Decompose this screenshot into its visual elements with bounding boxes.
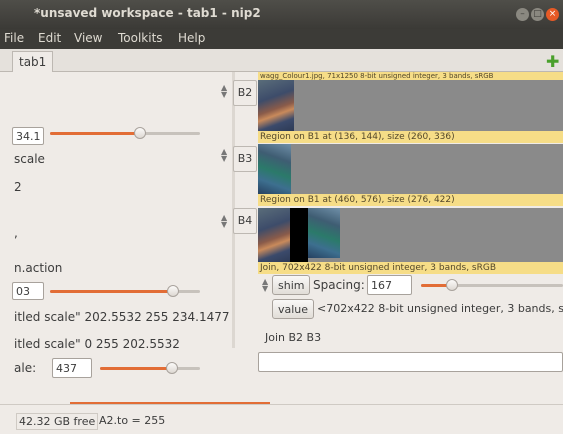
expression-label: A2.to = 255 bbox=[99, 414, 166, 427]
b4-image-left bbox=[258, 208, 292, 262]
slider-2[interactable] bbox=[50, 285, 200, 297]
minimize-icon[interactable]: – bbox=[516, 8, 529, 21]
menu-help[interactable]: Help bbox=[178, 31, 205, 45]
b3-thumbnail[interactable] bbox=[258, 144, 563, 194]
scale-line-1: itled scale" 202.5532 255 234.1477 bbox=[14, 310, 230, 324]
b4-thumbnail[interactable] bbox=[258, 208, 563, 262]
label-scale: scale bbox=[14, 152, 45, 166]
join-text: Join B2 B3 bbox=[265, 331, 322, 344]
b3-image bbox=[258, 144, 291, 194]
slider-2-fill bbox=[50, 290, 173, 293]
scale-field[interactable]: 437 bbox=[52, 358, 92, 378]
command-input[interactable] bbox=[258, 352, 563, 372]
b4-caption: Join, 702x422 8-bit unsigned integer, 3 … bbox=[258, 262, 563, 274]
row-label-b4[interactable]: B4 bbox=[233, 208, 257, 234]
b3-caption: Region on B1 at (460, 576), size (276, 4… bbox=[258, 194, 563, 206]
left-panel: 34.1 scale 2 , n.action 03 itled scale" … bbox=[0, 72, 232, 404]
slider-1-handle[interactable] bbox=[134, 127, 146, 139]
window-title: *unsaved workspace - tab1 - nip2 bbox=[34, 6, 261, 20]
row-label-b2[interactable]: B2 bbox=[233, 80, 257, 106]
b2-caption: Region on B1 at (136, 144), size (260, 3… bbox=[258, 131, 563, 143]
add-tab-icon[interactable]: ✚ bbox=[546, 52, 559, 71]
spacing-slider[interactable] bbox=[421, 279, 563, 291]
spacing-label: Spacing: bbox=[313, 278, 365, 292]
b3-expand-arrows[interactable]: ▲ ▼ bbox=[221, 148, 227, 163]
menu-toolkits[interactable]: Toolkits bbox=[118, 31, 163, 45]
app-window: *unsaved workspace - tab1 - nip2 – □ × F… bbox=[0, 0, 563, 434]
slider-3[interactable] bbox=[100, 362, 200, 374]
b4-image-black bbox=[290, 208, 308, 262]
status-bar: 42.32 GB free A2.to = 255 bbox=[0, 404, 563, 434]
free-space-label: 42.32 GB free bbox=[16, 413, 99, 430]
b2-image bbox=[258, 80, 294, 131]
menu-view[interactable]: View bbox=[74, 31, 102, 45]
label-action: n.action bbox=[14, 261, 63, 275]
label-comma: , bbox=[14, 226, 18, 240]
b4-image-right bbox=[308, 208, 340, 258]
value-text: <702x422 8-bit unsigned integer, 3 bands… bbox=[317, 302, 563, 315]
menu-bar: File Edit View Toolkits Help bbox=[0, 29, 563, 49]
b2-expand-arrows[interactable]: ▲ ▼ bbox=[221, 84, 227, 99]
value-field-1[interactable]: 34.1 bbox=[12, 127, 44, 145]
spacing-slider-handle[interactable] bbox=[446, 279, 459, 291]
slider-3-fill bbox=[100, 367, 172, 370]
spacing-field[interactable]: 167 bbox=[367, 275, 412, 295]
shim-button[interactable]: shim bbox=[272, 275, 311, 295]
b2-caption-top: wagg_Colour1.jpg, 71x1250 8-bit unsigned… bbox=[258, 72, 563, 80]
value-field-2[interactable]: 03 bbox=[12, 282, 44, 300]
title-bar: *unsaved workspace - tab1 - nip2 – □ × bbox=[0, 0, 563, 29]
shim-expand-arrows[interactable]: ▲ ▼ bbox=[262, 278, 268, 293]
value-button[interactable]: value bbox=[272, 299, 315, 319]
scale-line-2: itled scale" 0 255 202.5532 bbox=[14, 337, 180, 351]
menu-file[interactable]: File bbox=[4, 31, 24, 45]
label-two: 2 bbox=[14, 180, 22, 194]
row-label-b3[interactable]: B3 bbox=[233, 146, 257, 172]
menu-edit[interactable]: Edit bbox=[38, 31, 61, 45]
tab-bar: tab1 bbox=[0, 49, 563, 72]
slider-2-handle[interactable] bbox=[167, 285, 179, 297]
scale-label: ale: bbox=[14, 361, 37, 375]
slider-1[interactable] bbox=[50, 127, 200, 139]
tab-tab1[interactable]: tab1 bbox=[12, 51, 54, 72]
maximize-icon[interactable]: □ bbox=[531, 8, 544, 21]
slider-1-fill bbox=[50, 132, 140, 135]
b2-thumbnail[interactable] bbox=[258, 80, 563, 131]
slider-3-handle[interactable] bbox=[166, 362, 178, 374]
close-icon[interactable]: × bbox=[546, 8, 559, 21]
b4-expand-arrows[interactable]: ▲ ▼ bbox=[221, 214, 227, 229]
